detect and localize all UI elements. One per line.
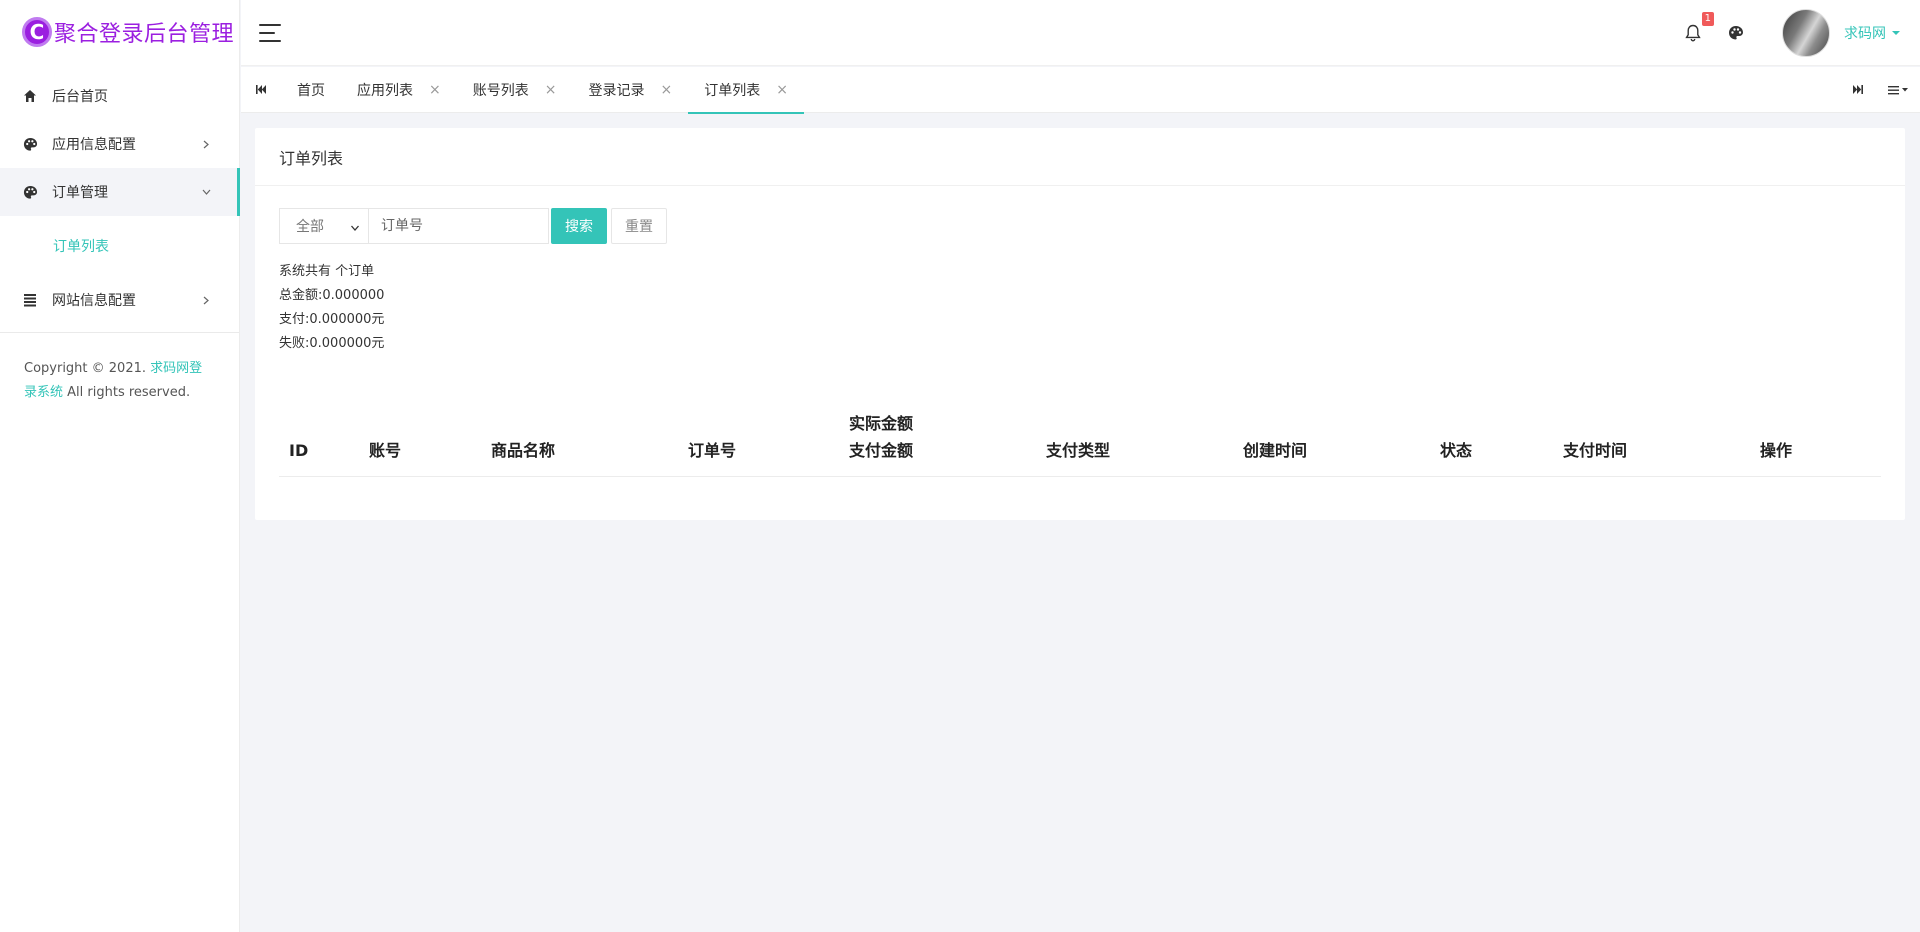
copyright-suffix: All rights reserved. bbox=[67, 385, 191, 400]
column-amount: 实际金额 支付金额 bbox=[849, 410, 1046, 464]
tab-label: 首页 bbox=[297, 82, 325, 99]
column-account: 账号 bbox=[369, 441, 402, 460]
brand[interactable]: C 聚合登录后台管理 bbox=[0, 0, 239, 64]
column-payment-type: 支付类型 bbox=[1046, 441, 1111, 460]
menu-line bbox=[259, 31, 275, 34]
tab-account-list[interactable]: 账号列表 × bbox=[457, 67, 573, 113]
palette-icon bbox=[22, 136, 38, 152]
tab-label: 订单列表 bbox=[704, 82, 761, 99]
chevron-right-icon bbox=[201, 295, 211, 305]
tab-scroll-left-icon[interactable] bbox=[241, 67, 281, 113]
orders-table: ID 账号 商品名称 订单号 实际金额 支付金额 支付类型 创建时间 状态 支付… bbox=[279, 410, 1881, 477]
palette-icon bbox=[22, 184, 38, 200]
tabs-right bbox=[1838, 67, 1920, 113]
sidebar-item-label: 订单管理 bbox=[52, 185, 108, 201]
tab-menu-icon[interactable] bbox=[1878, 67, 1920, 113]
brand-title: 聚合登录后台管理 bbox=[54, 22, 235, 47]
notification-bell-icon[interactable]: 1 bbox=[1682, 11, 1714, 44]
search-bar: 全部 搜索 重置 bbox=[279, 208, 1905, 244]
tab-label: 账号列表 bbox=[472, 82, 529, 99]
order-number-input[interactable] bbox=[369, 208, 549, 244]
card-title: 订单列表 bbox=[255, 128, 1905, 186]
user-avatar[interactable] bbox=[1782, 8, 1830, 57]
column-id: ID bbox=[289, 441, 309, 460]
sidebar-item-label: 应用信息配置 bbox=[52, 137, 136, 153]
user-name[interactable]: 求码网 bbox=[1844, 23, 1886, 43]
copyright: Copyright © 2021. 求码网登录系统 All rights res… bbox=[0, 333, 239, 405]
column-product-name: 商品名称 bbox=[491, 441, 556, 460]
tab-app-list[interactable]: 应用列表 × bbox=[341, 67, 457, 113]
stat-paid: 支付:0.000000元 bbox=[279, 312, 385, 327]
stat-failed: 失败:0.000000元 bbox=[279, 336, 385, 351]
brand-logo-icon: C bbox=[22, 17, 52, 47]
close-icon[interactable]: × bbox=[660, 82, 672, 98]
tab-label: 应用列表 bbox=[357, 82, 413, 99]
chevron-down-icon bbox=[201, 187, 211, 197]
tabs-bar: 首页 应用列表 × 账号列表 × 登录记录 × 订单列表 × bbox=[241, 67, 1920, 114]
column-actions: 操作 bbox=[1760, 441, 1793, 460]
header-right: 1 求码网 bbox=[1682, 0, 1920, 66]
column-actual-amount: 实际金额 bbox=[849, 414, 914, 433]
close-icon[interactable]: × bbox=[545, 82, 557, 98]
theme-palette-icon[interactable] bbox=[1726, 23, 1746, 43]
tab-home[interactable]: 首页 bbox=[281, 67, 341, 113]
sidebar-item-app-config[interactable]: 应用信息配置 bbox=[0, 120, 239, 168]
column-order-number: 订单号 bbox=[688, 441, 737, 460]
order-list-card: 订单列表 全部 搜索 重置 系统共有 个订单 总金额:0.000000 支付:0… bbox=[255, 128, 1905, 520]
stat-total-orders: 系统共有 个订单 bbox=[279, 264, 375, 279]
menu-toggle-icon[interactable] bbox=[259, 23, 281, 42]
tab-scroll-right-icon[interactable] bbox=[1838, 67, 1878, 113]
stat-total-amount: 总金额:0.000000 bbox=[279, 288, 385, 303]
sidebar: C 聚合登录后台管理 后台首页 应用信息配置 订单管理 订单列表 网站信息配置 … bbox=[0, 0, 240, 932]
sidebar-item-dashboard[interactable]: 后台首页 bbox=[0, 72, 239, 120]
order-stats: 系统共有 个订单 总金额:0.000000 支付:0.000000元 失败:0.… bbox=[279, 260, 1905, 356]
list-icon bbox=[22, 292, 38, 308]
tab-order-list[interactable]: 订单列表 × bbox=[688, 67, 804, 114]
status-filter-select[interactable]: 全部 bbox=[279, 208, 369, 244]
home-icon bbox=[22, 88, 38, 104]
top-header: 1 求码网 bbox=[241, 0, 1920, 66]
copyright-prefix: Copyright © 2021. bbox=[24, 361, 147, 376]
sidebar-item-label: 后台首页 bbox=[52, 89, 108, 105]
table-header: ID 账号 商品名称 订单号 实际金额 支付金额 支付类型 创建时间 状态 支付… bbox=[279, 410, 1881, 477]
close-icon[interactable]: × bbox=[776, 82, 788, 98]
close-icon[interactable]: × bbox=[429, 82, 441, 98]
column-paid-amount: 支付金额 bbox=[849, 441, 914, 460]
sidebar-subitem-order-list[interactable]: 订单列表 bbox=[0, 216, 239, 276]
column-status: 状态 bbox=[1440, 441, 1473, 460]
column-created-time: 创建时间 bbox=[1243, 441, 1308, 460]
menu-line bbox=[259, 23, 281, 26]
caret-down-icon[interactable] bbox=[1892, 30, 1900, 35]
notification-badge: 1 bbox=[1701, 11, 1714, 26]
tab-login-records[interactable]: 登录记录 × bbox=[572, 67, 688, 113]
tab-label: 登录记录 bbox=[588, 82, 645, 99]
sidebar-nav: 后台首页 应用信息配置 订单管理 订单列表 网站信息配置 bbox=[0, 72, 240, 324]
sidebar-item-site-config[interactable]: 网站信息配置 bbox=[0, 276, 239, 324]
chevron-down-icon bbox=[350, 221, 360, 231]
sidebar-item-order-management[interactable]: 订单管理 bbox=[0, 168, 240, 216]
chevron-right-icon bbox=[201, 139, 211, 149]
menu-line bbox=[259, 39, 281, 42]
sidebar-item-label: 网站信息配置 bbox=[52, 293, 136, 309]
status-filter-value: 全部 bbox=[296, 219, 324, 235]
reset-button[interactable]: 重置 bbox=[611, 208, 667, 244]
search-button[interactable]: 搜索 bbox=[551, 208, 607, 244]
column-paid-time: 支付时间 bbox=[1563, 441, 1628, 460]
